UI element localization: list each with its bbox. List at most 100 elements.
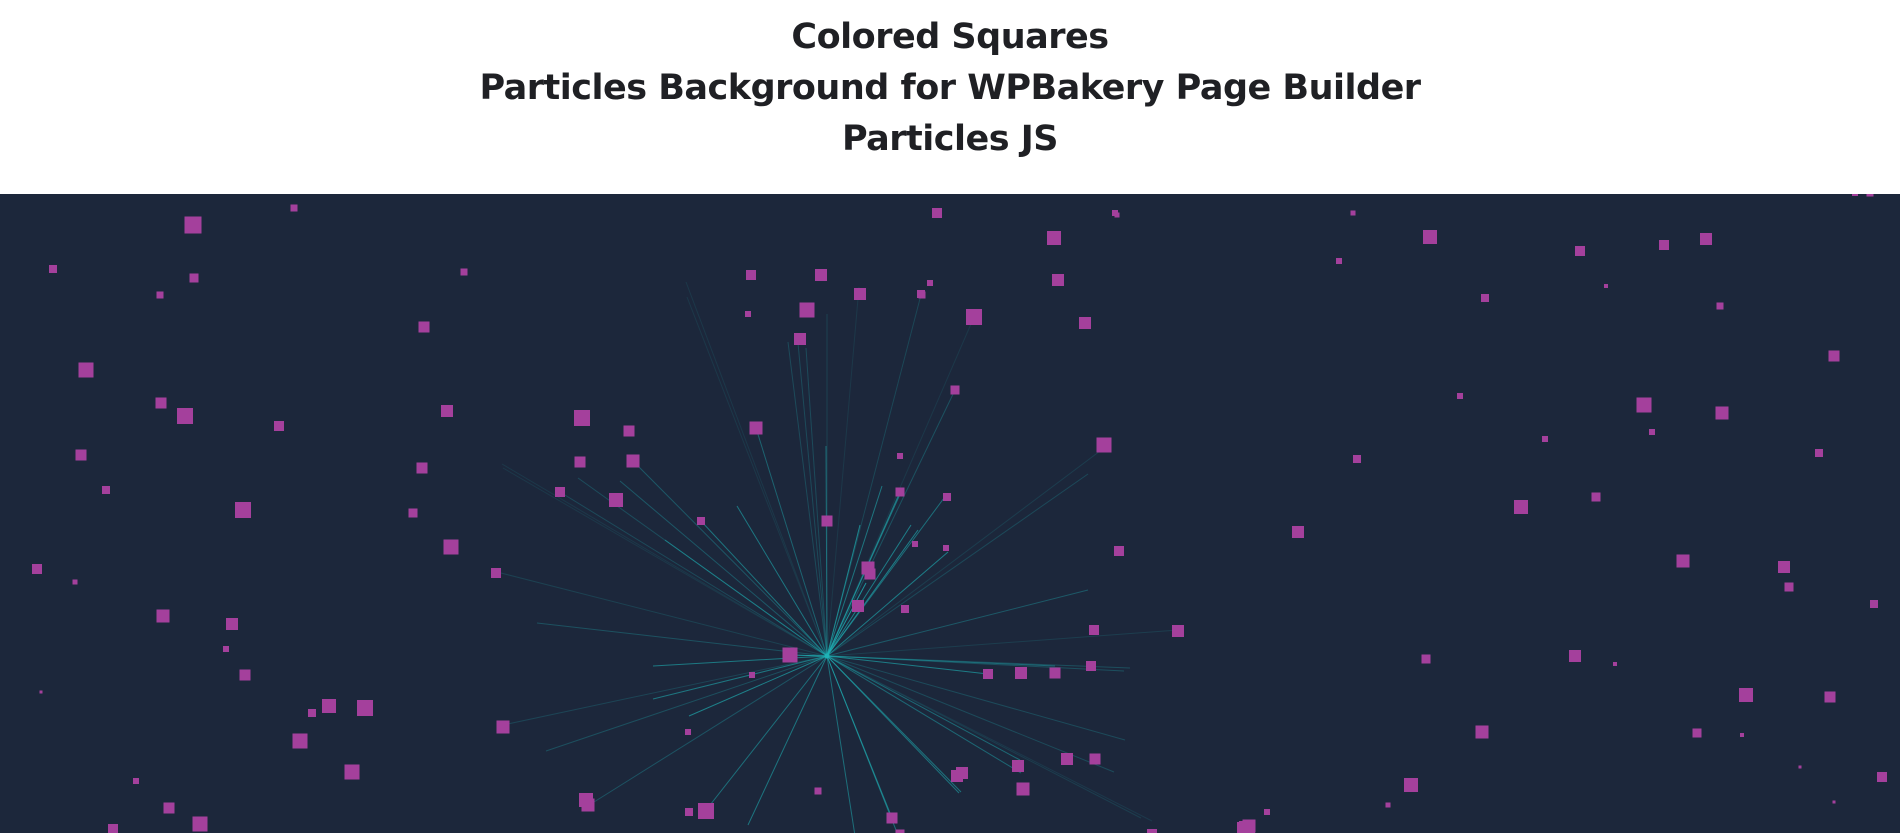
particle-square [814,787,822,795]
particle-square [815,269,827,281]
particle-square [917,290,925,298]
particle-square [697,517,705,525]
particle-square [1061,753,1073,765]
particle-square [49,265,57,273]
particle-square [1016,782,1030,796]
particle-square [1336,258,1342,264]
particle-square [108,824,118,833]
particle-square [1778,561,1790,573]
particle-square [912,541,918,547]
particle-square [223,646,229,652]
particle-square [685,729,691,735]
particle-square [782,647,798,663]
particle-square [1659,240,1669,250]
particle-square [189,273,199,283]
particle-square [177,408,193,424]
particle-square [1404,778,1418,792]
particle-square [1692,728,1702,738]
particle-square [156,291,164,299]
particle-square [1784,582,1794,592]
particle-square [1147,829,1157,833]
particle-square [1649,429,1655,435]
particle-square [1475,725,1489,739]
particle-square [1824,691,1836,703]
particle-square [1676,554,1690,568]
particle-square [408,508,418,518]
particle-square [574,456,586,468]
particle-square [226,618,238,630]
title-line-2: Particles Background for WPBakery Page B… [479,68,1421,108]
particle-square [460,268,468,276]
particle-square [1421,654,1431,664]
particle-square [1423,230,1437,244]
particle-square [1385,802,1391,808]
particle-square [950,385,960,395]
particle-square [1575,246,1585,256]
particle-square [1740,733,1744,737]
particle-square [895,487,905,497]
particle-square [1012,760,1024,772]
particle-square [1852,194,1858,196]
particles-canvas-background [0,194,1900,833]
particle-square [1591,492,1601,502]
particle-square [496,720,510,734]
particle-square [749,672,755,678]
particle-square [886,812,898,824]
particle-square [794,333,806,345]
particle-square [799,302,815,318]
particle-square [133,778,139,784]
particle-square [1114,546,1124,556]
particle-square [239,669,251,681]
particle-square [746,270,756,280]
particle-square [1636,397,1652,413]
particle-square [344,764,360,780]
particle-square [1798,765,1802,769]
particle-square [983,669,993,679]
page-header: Colored Squares Particles Background for… [0,0,1900,194]
particle-square [852,600,864,612]
particle-square [39,690,43,694]
particle-square [1542,436,1548,442]
particle-square [163,802,175,814]
particle-square [155,397,167,409]
particle-square [1569,650,1581,662]
particle-square [1089,753,1101,765]
particle-square [1828,350,1840,362]
particle-square [1350,210,1356,216]
particle-square [895,829,905,833]
particle-square [1112,210,1118,216]
particle-square [749,421,763,435]
particles-canvas[interactable] [0,194,1900,833]
particle-square [1237,822,1253,833]
particle-square [156,609,170,623]
particle-square [698,803,714,819]
particle-square [574,410,590,426]
particle-square [184,216,202,234]
cursor-hub-point [824,653,830,659]
particle-square [864,568,876,580]
particle-square [943,493,951,501]
title-line-3: Particles JS [841,119,1059,159]
particle-square [418,321,430,333]
particle-square [1047,231,1061,245]
particle-square [274,421,284,431]
particle-square [581,798,595,812]
particle-square [626,454,640,468]
particle-square [443,539,459,555]
particle-square [927,280,933,286]
particle-square [1096,437,1112,453]
particles-background[interactable] [0,194,1900,833]
particle-square [1086,661,1096,671]
particle-square [192,816,208,832]
particle-square [290,204,298,212]
particle-square [322,699,336,713]
particle-square [685,808,693,816]
particle-square [1052,274,1064,286]
particle-square [1716,302,1724,310]
particle-square [1353,455,1361,463]
particle-square [609,493,623,507]
particle-square [75,449,87,461]
particle-square [901,605,909,613]
particle-square [1613,662,1617,666]
particle-square [745,311,751,317]
